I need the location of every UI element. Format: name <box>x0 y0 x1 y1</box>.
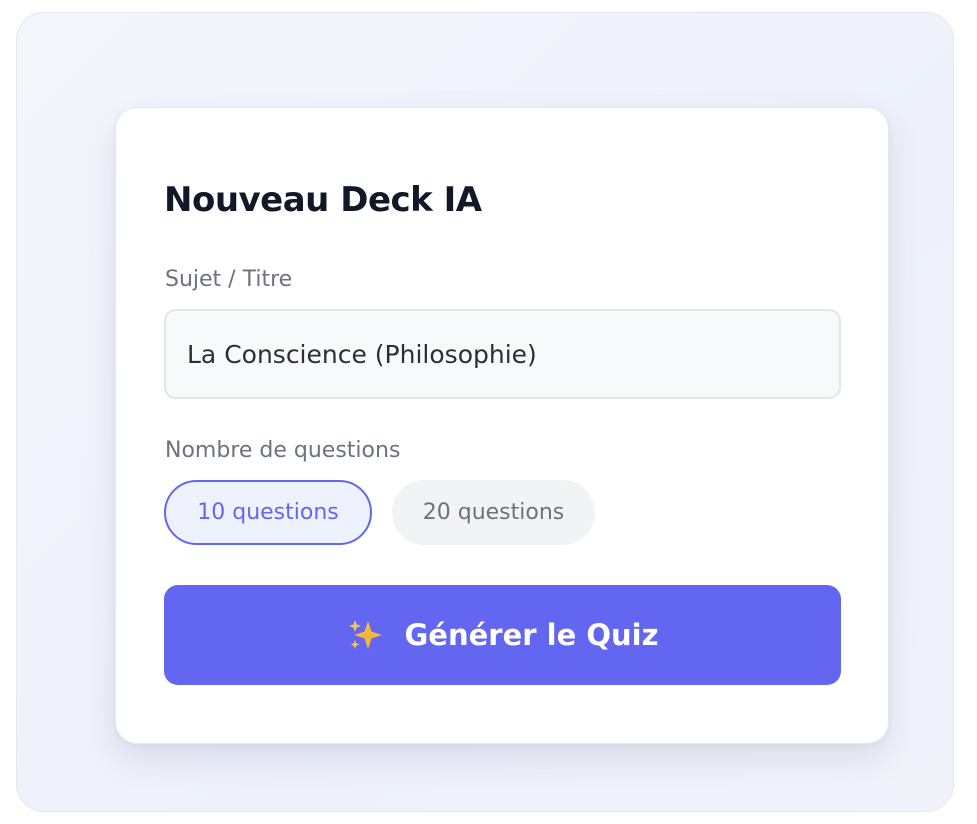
option-20-questions-button[interactable]: 20 questions <box>392 480 595 545</box>
option-10-questions-button[interactable]: 10 questions <box>164 480 372 545</box>
subject-label: Sujet / Titre <box>165 267 293 292</box>
new-deck-card: Nouveau Deck IA Sujet / Titre Nombre de … <box>115 107 889 744</box>
page-background: Nouveau Deck IA Sujet / Titre Nombre de … <box>16 12 954 812</box>
card-title: Nouveau Deck IA <box>164 180 482 220</box>
sparkles-icon <box>347 618 385 652</box>
question-count-label: Nombre de questions <box>165 438 401 463</box>
generate-quiz-label: Générer le Quiz <box>404 618 659 652</box>
subject-input[interactable] <box>164 309 841 399</box>
generate-quiz-button[interactable]: Générer le Quiz <box>164 585 841 685</box>
